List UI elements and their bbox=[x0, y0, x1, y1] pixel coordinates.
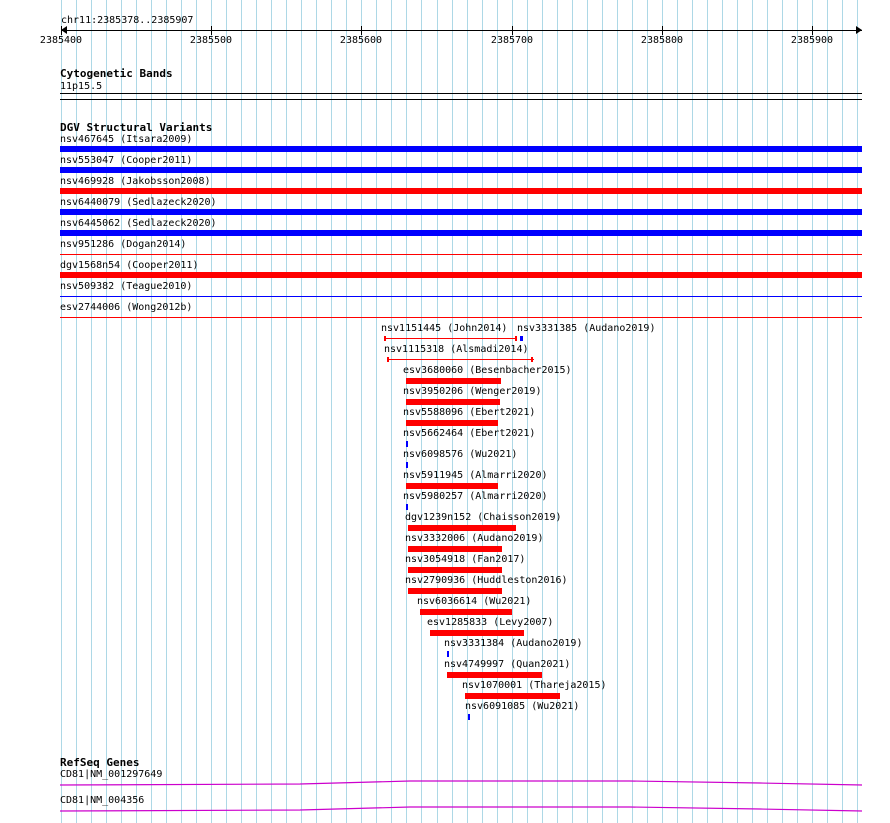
ruler-tick-label: 2385400 bbox=[39, 35, 83, 46]
dgv-variant-label[interactable]: nsv6036614 (Wu2021) bbox=[417, 596, 531, 607]
dgv-variant-end-mark bbox=[521, 336, 523, 341]
dgv-variant-bar[interactable] bbox=[60, 146, 862, 152]
dgv-variant-label[interactable]: nsv553047 (Cooper2011) bbox=[60, 155, 192, 166]
refseq-gene-model[interactable] bbox=[0, 779, 890, 789]
dgv-variant-label[interactable]: nsv1070001 (Thareja2015) bbox=[462, 680, 607, 691]
dgv-variant-label[interactable]: nsv3332006 (Audano2019) bbox=[405, 533, 543, 544]
dgv-variant-bar[interactable] bbox=[60, 188, 862, 194]
dgv-variant-label[interactable]: nsv467645 (Itsara2009) bbox=[60, 134, 192, 145]
dgv-variant-bar[interactable] bbox=[447, 651, 449, 657]
cytoband-track-title: Cytogenetic Bands bbox=[60, 67, 173, 80]
dgv-variant-label[interactable]: esv3680060 (Besenbacher2015) bbox=[403, 365, 572, 376]
dgv-variant-bar[interactable] bbox=[406, 378, 501, 384]
dgv-variant-bar[interactable] bbox=[387, 359, 534, 360]
dgv-variant-end-mark bbox=[387, 357, 389, 362]
dgv-variant-bar[interactable] bbox=[408, 546, 502, 552]
dgv-variant-label[interactable]: nsv6440079 (Sedlazeck2020) bbox=[60, 197, 217, 208]
dgv-variant-label[interactable]: dgv1568n54 (Cooper2011) bbox=[60, 260, 198, 271]
dgv-variant-label[interactable]: nsv3054918 (Fan2017) bbox=[405, 554, 525, 565]
dgv-variant-bar[interactable] bbox=[60, 167, 862, 173]
dgv-variant-label[interactable]: nsv5662464 (Ebert2021) bbox=[403, 428, 535, 439]
dgv-variant-label[interactable]: nsv3331384 (Audano2019) bbox=[444, 638, 582, 649]
dgv-variant-bar[interactable] bbox=[430, 630, 524, 636]
dgv-variant-bar[interactable] bbox=[60, 296, 862, 297]
dgv-variant-label[interactable]: nsv5980257 (Almarri2020) bbox=[403, 491, 548, 502]
dgv-variant-label[interactable]: nsv5911945 (Almarri2020) bbox=[403, 470, 548, 481]
refseq-gene-model[interactable] bbox=[0, 805, 890, 815]
ruler-major-tick bbox=[812, 26, 813, 35]
dgv-variant-label[interactable]: nsv509382 (Teague2010) bbox=[60, 281, 192, 292]
ruler-right-arrow-icon bbox=[856, 26, 862, 34]
dgv-variant-label[interactable]: nsv2790936 (Huddleston2016) bbox=[405, 575, 568, 586]
dgv-variant-bar[interactable] bbox=[408, 588, 502, 594]
ruler-axis-line bbox=[61, 30, 862, 31]
ruler-tick-label: 2385500 bbox=[189, 35, 233, 46]
ruler-tick-label: 2385600 bbox=[339, 35, 383, 46]
dgv-variant-label[interactable]: nsv1151445 (John2014) bbox=[381, 323, 507, 334]
dgv-variant-bar[interactable] bbox=[406, 504, 408, 510]
dgv-variant-label[interactable]: nsv469928 (Jakobsson2008) bbox=[60, 176, 211, 187]
dgv-variant-bar[interactable] bbox=[60, 317, 862, 318]
dgv-variant-end-mark bbox=[384, 336, 386, 341]
dgv-variant-label[interactable]: esv2744006 (Wong2012b) bbox=[60, 302, 192, 313]
dgv-variant-label[interactable]: esv1285833 (Levy2007) bbox=[427, 617, 553, 628]
dgv-variant-bar[interactable] bbox=[406, 483, 498, 489]
ruler-range-label: chr11:2385378..2385907 bbox=[61, 15, 194, 26]
ruler-tick-label: 2385800 bbox=[640, 35, 684, 46]
dgv-variant-end-mark bbox=[515, 336, 517, 341]
dgv-variant-end-mark bbox=[531, 357, 533, 362]
ruler-major-tick bbox=[662, 26, 663, 35]
dgv-variant-bar[interactable] bbox=[408, 525, 516, 531]
ruler-major-tick bbox=[211, 26, 212, 35]
ruler-tick-label: 2385900 bbox=[790, 35, 834, 46]
dgv-variant-bar[interactable] bbox=[468, 714, 470, 720]
dgv-variant-bar[interactable] bbox=[465, 693, 560, 699]
dgv-variant-label[interactable]: nsv951286 (Dogan2014) bbox=[60, 239, 186, 250]
dgv-variant-label[interactable]: nsv3950206 (Wenger2019) bbox=[403, 386, 541, 397]
dgv-variant-bar[interactable] bbox=[406, 399, 500, 405]
dgv-variant-bar[interactable] bbox=[447, 672, 542, 678]
cytoband-top-line bbox=[60, 93, 862, 94]
ruler-tick-label: 2385700 bbox=[490, 35, 534, 46]
dgv-variant-bar[interactable] bbox=[408, 567, 502, 573]
dgv-variant-label[interactable]: nsv6445062 (Sedlazeck2020) bbox=[60, 218, 217, 229]
dgv-variant-bar[interactable] bbox=[60, 209, 862, 215]
dgv-variant-bar[interactable] bbox=[60, 272, 862, 278]
ruler-major-tick bbox=[361, 26, 362, 35]
dgv-variant-bar[interactable] bbox=[384, 338, 517, 339]
dgv-variant-bar[interactable] bbox=[60, 254, 862, 255]
dgv-variant-label[interactable]: nsv5588096 (Ebert2021) bbox=[403, 407, 535, 418]
dgv-variant-label[interactable]: nsv4749997 (Quan2021) bbox=[444, 659, 570, 670]
dgv-variant-label[interactable]: nsv3331385 (Audano2019) bbox=[517, 323, 655, 334]
dgv-variant-bar[interactable] bbox=[406, 462, 408, 468]
ruler-major-tick bbox=[61, 26, 62, 35]
genome-browser-view: chr11:2385378..2385907 2385400 2385500 238… bbox=[0, 0, 890, 823]
dgv-variant-bar[interactable] bbox=[420, 609, 512, 615]
cytoband-label: 11p15.5 bbox=[60, 81, 103, 92]
dgv-variant-label[interactable]: dgv1239n152 (Chaisson2019) bbox=[405, 512, 562, 523]
ruler-major-tick bbox=[512, 26, 513, 35]
cytoband-bottom-line bbox=[60, 99, 862, 100]
dgv-variant-label[interactable]: nsv6098576 (Wu2021) bbox=[403, 449, 517, 460]
dgv-variant-bar[interactable] bbox=[406, 441, 408, 447]
refseq-track-title: RefSeq Genes bbox=[60, 756, 140, 769]
dgv-variant-label[interactable]: nsv6091085 (Wu2021) bbox=[465, 701, 579, 712]
dgv-variant-bar[interactable] bbox=[406, 420, 498, 426]
dgv-variant-label[interactable]: nsv1115318 (Alsmadi2014) bbox=[384, 344, 529, 355]
dgv-variant-bar[interactable] bbox=[60, 230, 862, 236]
dgv-track-title: DGV Structural Variants bbox=[60, 121, 213, 134]
